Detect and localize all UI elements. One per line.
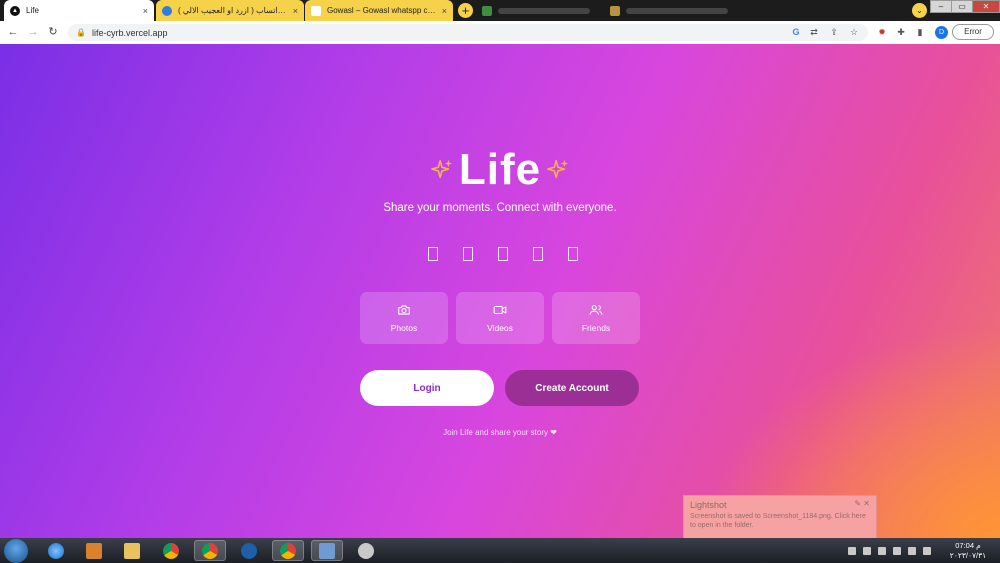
taskbar: 07:04 م ٢٠٢٣/٠٧/٣١ [0, 538, 1000, 563]
notification-title: Lightshot [690, 500, 727, 510]
tab-search-button[interactable]: ⌄ [912, 3, 927, 18]
tab-title: Gowasl – Gowasl whatspp chat [327, 6, 438, 15]
tab-blurred[interactable] [604, 0, 734, 21]
maximize-button[interactable]: ▭ [951, 0, 973, 13]
missing-glyph-icon [463, 247, 473, 261]
folder-icon [124, 542, 140, 559]
missing-glyph-row [428, 247, 578, 261]
network-tray-icon[interactable] [878, 547, 886, 555]
feature-photos[interactable]: Photos [360, 292, 448, 344]
puzzle-icon[interactable]: ✚ [895, 26, 907, 38]
back-button[interactable]: ← [6, 25, 20, 39]
tab-gowasl[interactable]: Gowasl – Gowasl whatspp chat × [305, 0, 453, 21]
chrome-icon [163, 542, 179, 559]
tab-close-icon[interactable]: × [143, 6, 148, 16]
logo-text: Life [458, 145, 542, 194]
chrome-icon [202, 542, 218, 559]
extension-icon[interactable]: ✹ [876, 26, 888, 38]
clock-date: ٢٠٢٣/٠٧/٣١ [949, 551, 987, 560]
login-button[interactable]: Login [360, 370, 494, 406]
close-window-button[interactable]: ✕ [972, 0, 1000, 13]
media-player-icon [86, 542, 102, 559]
feature-label: Friends [581, 323, 611, 333]
lightshot-notification[interactable]: Lightshot Screenshot is saved to Screens… [683, 495, 877, 539]
chrome-icon [280, 542, 296, 559]
lock-icon: 🔒 [76, 28, 86, 37]
explorer-taskbar-icon[interactable] [116, 540, 148, 561]
tab-title-blurred [498, 7, 590, 14]
feature-label: Videos [487, 323, 513, 333]
tab-life[interactable]: ▲ Life × [4, 0, 154, 21]
window-taskbar-icon[interactable] [311, 540, 343, 561]
url-text: life-cyrb.vercel.app [91, 27, 168, 38]
tab-title: بوت واتساب ( ازرد او العجيب الالي ) Bot [178, 6, 289, 15]
chrome-taskbar-icon-active[interactable] [194, 540, 226, 561]
new-tab-button[interactable]: + [458, 3, 473, 18]
tab-close-icon[interactable]: × [442, 6, 447, 16]
notification-controls[interactable]: ✎ ✕ [854, 499, 870, 508]
create-account-button[interactable]: Create Account [505, 370, 639, 406]
tab-blurred[interactable] [476, 0, 596, 21]
tab-title-blurred [626, 7, 728, 14]
clock-time: 07:04 م [955, 541, 981, 550]
system-tray [848, 545, 938, 557]
window-icon [319, 542, 335, 559]
forward-button[interactable]: → [26, 25, 40, 39]
media-player-taskbar-icon[interactable] [78, 540, 110, 561]
screen: ▲ Life × بوت واتساب ( ازرد او العجيب الا… [0, 0, 1000, 563]
feature-label: Photos [390, 323, 418, 333]
life-favicon-icon: ▲ [10, 5, 20, 16]
address-bar[interactable]: 🔒 life-cyrb.vercel.app [68, 24, 868, 41]
camera-icon [398, 305, 410, 315]
signal-tray-icon[interactable] [908, 547, 916, 555]
join-text: Join Life and share your story ❤ [443, 428, 557, 437]
feature-friends[interactable]: Friends [552, 292, 640, 344]
volume-tray-icon[interactable] [893, 547, 901, 555]
tab-bot[interactable]: بوت واتساب ( ازرد او العجيب الالي ) Bot … [156, 0, 304, 21]
side-panel-icon[interactable]: ▮ [914, 26, 926, 38]
tab-title: Life [26, 6, 39, 15]
tab-strip: ▲ Life × بوت واتساب ( ازرد او العجيب الا… [0, 0, 1000, 21]
missing-glyph-icon [428, 247, 438, 261]
missing-glyph-icon [568, 247, 578, 261]
tagline: Share your moments. Connect with everyon… [383, 202, 617, 214]
reload-button[interactable]: ↻ [46, 25, 60, 39]
chrome-taskbar-icon[interactable] [155, 540, 187, 561]
chrome-taskbar-icon-2[interactable] [272, 540, 304, 561]
browser-toolbar: ← → ↻ 🔒 life-cyrb.vercel.app G ⇄ ⇪ ☆ ✹ ✚… [0, 21, 1000, 45]
error-button[interactable]: Error [952, 24, 994, 40]
google-icon[interactable]: G [790, 26, 802, 38]
bot-favicon-icon [162, 5, 172, 16]
video-app-taskbar-icon[interactable] [233, 540, 265, 561]
bookmark-star-icon[interactable]: ☆ [848, 26, 860, 38]
taskbar-clock[interactable]: 07:04 م ٢٠٢٣/٠٧/٣١ [942, 541, 994, 561]
paint-taskbar-icon[interactable] [350, 540, 382, 561]
language-tray-icon[interactable] [923, 547, 931, 555]
notification-message[interactable]: Screenshot is saved to Screenshot_1184.p… [690, 512, 870, 530]
missing-glyph-icon [498, 247, 508, 261]
sparkle-icon [547, 159, 569, 179]
start-button[interactable] [4, 539, 28, 563]
gowasl-favicon-icon [311, 5, 321, 16]
blurred-favicon-icon [610, 5, 620, 16]
ie-taskbar-icon[interactable] [40, 540, 72, 561]
logo: Life [0, 145, 1000, 195]
feature-videos[interactable]: Videos [456, 292, 544, 344]
missing-glyph-icon [533, 247, 543, 261]
tray-arrow-icon[interactable] [848, 547, 856, 555]
minimize-button[interactable]: – [930, 0, 952, 13]
translate-icon[interactable]: ⇄ [808, 26, 820, 38]
video-icon [493, 305, 507, 315]
sparkle-icon [430, 159, 452, 179]
ie-icon [48, 542, 64, 559]
paint-icon [358, 542, 374, 559]
lightshot-tray-icon[interactable] [863, 547, 871, 555]
film-reel-icon [241, 542, 257, 559]
share-icon[interactable]: ⇪ [828, 26, 840, 38]
profile-avatar[interactable]: D [935, 26, 948, 39]
users-icon [589, 305, 603, 315]
tab-close-icon[interactable]: × [293, 6, 298, 16]
landing-page: Life Share your moments. Connect with ev… [0, 44, 1000, 538]
blurred-favicon-icon [482, 5, 492, 16]
